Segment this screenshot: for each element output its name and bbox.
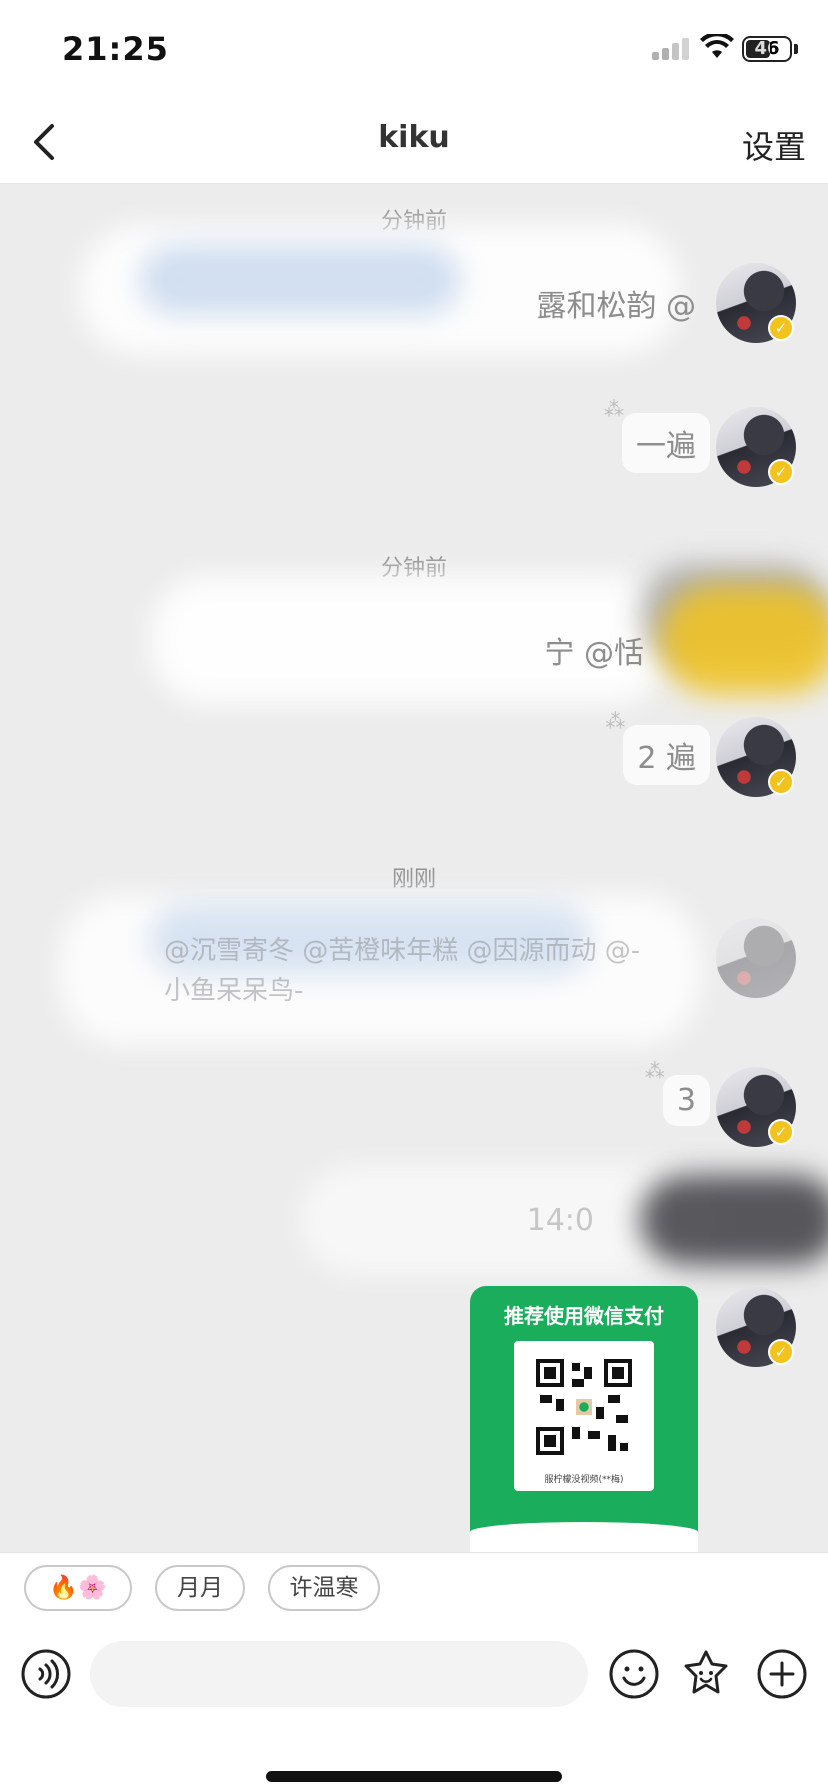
time-label: 刚刚	[391, 867, 436, 892]
message-text: @沉雪寄冬 @苦橙味年糕 @因源而动 @-小鱼呆呆鸟-	[164, 936, 641, 1006]
bottom-panel: 🔥🌸 月月 许温寒	[0, 1552, 828, 1792]
time-label: 分钟前	[380, 209, 447, 234]
message-bubble[interactable]: 露和松韵 @	[522, 273, 710, 333]
qr-caption: 服柠檬没视频(**梅)	[544, 1475, 624, 1485]
verified-badge-icon: ✓	[768, 459, 794, 485]
wifi-icon	[700, 34, 734, 58]
message-text: 一遍	[636, 429, 696, 464]
sticker-icon[interactable]	[680, 1648, 732, 1700]
message-bubble[interactable]: ⁂ 2 遍	[605, 709, 710, 785]
quick-reply-chip[interactable]: 月月	[155, 1565, 245, 1611]
card-footer	[470, 1522, 698, 1552]
message-text: 2 遍	[637, 741, 696, 776]
home-indicator	[266, 1771, 562, 1782]
chat-title: kiku	[378, 120, 450, 155]
quick-reply-chip[interactable]: 许温寒	[268, 1565, 380, 1611]
message-input[interactable]	[90, 1641, 588, 1707]
payment-card-title: 推荐使用微信支付	[504, 1304, 664, 1328]
verified-badge-icon: ✓	[768, 315, 794, 341]
verified-badge-icon: ✓	[768, 769, 794, 795]
message-text: 3	[676, 1083, 696, 1118]
message-text: 露和松韵 @	[536, 289, 696, 324]
message-bubble[interactable]: @沉雪寄冬 @苦橙味年糕 @因源而动 @-小鱼呆呆鸟-	[150, 923, 670, 1019]
status-bar: 21:25 46	[0, 0, 828, 100]
message-bubble[interactable]: ⁂ 一遍	[604, 397, 710, 473]
voice-icon[interactable]	[20, 1648, 72, 1700]
qr-code-icon	[536, 1359, 632, 1455]
verified-badge-icon: ✓	[768, 1119, 794, 1145]
chat-area[interactable]: 分钟前 露和松韵 @ ✓ ⁂ 一遍 ✓ 分钟前 宁 @恬 ⁂ 2 遍 ✓ 刚刚 …	[0, 185, 828, 1552]
battery-tip	[794, 44, 798, 54]
nav-bar: kiku 设置	[0, 100, 828, 184]
emoji-icon[interactable]	[608, 1648, 660, 1700]
qr-code-panel: 服柠檬没视频(**梅)	[514, 1341, 654, 1491]
plus-icon[interactable]	[756, 1648, 808, 1700]
avatar[interactable]	[716, 918, 796, 998]
message-text: 14:0	[526, 1203, 594, 1238]
battery-icon: 46	[742, 36, 792, 62]
quick-reply-chip[interactable]: 🔥🌸	[24, 1565, 132, 1611]
time-label: 分钟前	[380, 556, 447, 581]
verified-badge-icon: ✓	[768, 1339, 794, 1365]
payment-qr-card[interactable]: 推荐使用微信支付 服柠檬没视频(**梅)	[470, 1286, 698, 1552]
settings-button[interactable]: 设置	[742, 122, 806, 168]
message-text: 宁 @恬	[544, 636, 644, 671]
signal-icon	[652, 38, 690, 60]
message-bubble[interactable]: ⁂ 3	[645, 1059, 710, 1126]
message-bubble[interactable]: 宁 @恬	[530, 620, 658, 680]
battery-level: 46	[754, 38, 780, 59]
message-bubble[interactable]: 14:0	[513, 1195, 608, 1246]
status-time: 21:25	[62, 30, 169, 68]
